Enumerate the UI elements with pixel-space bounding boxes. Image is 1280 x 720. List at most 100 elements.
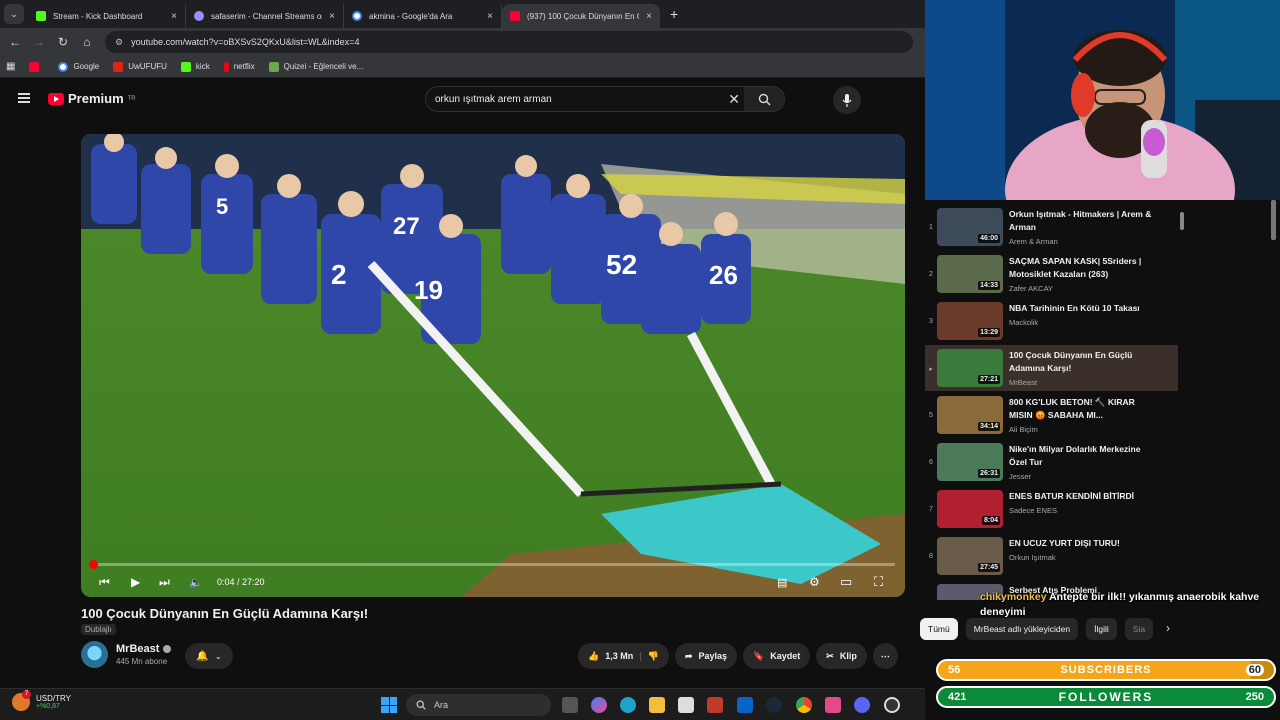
playlist-item[interactable]: 3 13:29 NBA Tarihinin En Kötü 10 Takası Mac… (925, 298, 1178, 344)
search-button[interactable] (744, 87, 784, 111)
microphone-icon (842, 93, 852, 107)
chrome-icon[interactable] (796, 697, 812, 713)
playlist-item[interactable]: 8 27:45 EN UCUZ YURT DIŞI TURU! Orkun Işıtm… (925, 533, 1178, 579)
outlook-icon[interactable] (737, 697, 753, 713)
close-tab-icon[interactable]: × (646, 11, 652, 22)
tab-search-button[interactable]: ⌄ (4, 4, 24, 24)
home-button[interactable]: ⌂ (75, 35, 99, 49)
playlist-thumbnail[interactable]: 8:04 (937, 490, 1003, 528)
apps-grid-icon[interactable]: ▦ (6, 61, 15, 72)
bookmark-youtube[interactable] (29, 61, 44, 72)
more-actions-button[interactable]: ⋯ (872, 643, 898, 669)
like-button[interactable]: 👍 1,3 Mn | 👎 (578, 643, 669, 669)
discord-icon[interactable] (854, 697, 870, 713)
youtube-premium-logo[interactable]: Premium TR (48, 91, 136, 106)
clear-search-icon[interactable]: ✕ (728, 91, 740, 108)
playlist-title[interactable]: Nike'ın Milyar Dolarlık Merkezine Özel T… (1009, 443, 1159, 469)
obs-icon[interactable] (884, 697, 900, 713)
close-tab-icon[interactable]: × (171, 11, 177, 22)
search-input[interactable]: orkun ışıtmak arem arman ✕ (425, 86, 785, 112)
play-icon[interactable]: ▶ (131, 575, 140, 589)
back-button[interactable]: ← (3, 35, 27, 49)
store-icon[interactable] (678, 697, 694, 713)
playlist-item[interactable]: 6 26:31 Nike'ın Milyar Dolarlık Merkezine … (925, 439, 1178, 485)
theater-mode-icon[interactable]: ▭ (840, 574, 852, 590)
channel-avatar[interactable] (81, 641, 108, 668)
playlist-thumbnail[interactable]: 46:00 (937, 208, 1003, 246)
chip-next[interactable]: Sia (1124, 618, 1154, 640)
thumbs-down-icon[interactable]: 👎 (648, 651, 659, 662)
playlist-thumbnail[interactable]: 27:21 (937, 349, 1003, 387)
clip-button[interactable]: ✂ Klip (816, 643, 867, 669)
playlist-title[interactable]: NBA Tarihinin En Kötü 10 Takası (1009, 302, 1159, 315)
menu-icon[interactable] (18, 93, 30, 103)
windows-start-icon[interactable] (381, 697, 397, 713)
chip-from-uploader[interactable]: MrBeast adlı yükleyiciden (965, 618, 1079, 640)
previous-icon[interactable]: ⏮ (99, 575, 110, 590)
copilot-icon[interactable] (591, 697, 607, 713)
forward-button[interactable]: → (27, 35, 51, 49)
tab-channel-streams[interactable]: safaserim - Channel Streams on × (186, 4, 344, 28)
page-scrollbar[interactable] (1271, 200, 1276, 240)
bookmark-google[interactable]: Google (58, 61, 99, 72)
playlist-scrollbar[interactable] (1180, 212, 1184, 230)
close-tab-icon[interactable]: × (487, 11, 493, 22)
chevron-down-icon: ⌄ (214, 651, 222, 661)
chip-related[interactable]: İlgili (1086, 618, 1117, 640)
voice-search-button[interactable] (833, 86, 861, 114)
playlist-item[interactable]: ▸ 27:21 100 Çocuk Dünyanın En Güçlü Adamın… (925, 345, 1178, 391)
playlist-title[interactable]: 100 Çocuk Dünyanın En Güçlü Adamına Karş… (1009, 349, 1159, 375)
close-tab-icon[interactable]: × (329, 11, 335, 22)
new-tab-button[interactable]: + (670, 6, 678, 22)
bookmark-quizei[interactable]: Quizei - Eğlenceli ve... (268, 61, 363, 72)
calendar-icon[interactable] (707, 697, 723, 713)
steam-icon[interactable] (766, 697, 782, 713)
market-widget[interactable]: 7 USD/TRY +%0,87 (12, 690, 71, 711)
playlist-title[interactable]: Orkun Işıtmak - Hitmakers | Arem & Arman (1009, 208, 1159, 234)
subtitles-icon[interactable]: ▤ (777, 576, 787, 589)
bookmark-kick[interactable]: kick (180, 61, 210, 72)
video-player[interactable]: 5 2 27 19 52 26 ⏮ ▶ ⏭ 🔈 0:04 / 27:20 ▤ ⚙ (81, 134, 905, 597)
tab-google-search[interactable]: akmina - Google'da Ara × (344, 4, 502, 28)
scrubber-handle[interactable] (88, 560, 98, 569)
bookmark-netflix[interactable]: netflix (223, 61, 255, 72)
next-icon[interactable]: ⏭ (159, 575, 170, 590)
subs-current: 56 (948, 664, 961, 676)
chip-all[interactable]: Tümü (920, 618, 958, 640)
fullscreen-icon[interactable]: ⛶ (874, 574, 883, 590)
bookmark-uwufufu[interactable]: UwUFUFU (113, 61, 167, 72)
playlist-thumbnail[interactable]: 14:33 (937, 255, 1003, 293)
subscribed-bell-button[interactable]: 🔔 ⌄ (185, 643, 233, 669)
chips-next-arrow-icon[interactable]: › (1166, 621, 1170, 635)
progress-bar[interactable] (88, 560, 895, 569)
playlist-thumbnail[interactable]: 26:31 (937, 443, 1003, 481)
tab-kick-dashboard[interactable]: Stream - Kick Dashboard × (28, 4, 186, 28)
playlist-channel: Jesser (1009, 472, 1032, 481)
settings-gear-icon[interactable]: ⚙ (809, 575, 820, 589)
file-explorer-icon[interactable] (649, 697, 665, 713)
playlist-thumbnail[interactable]: 13:29 (937, 302, 1003, 340)
volume-icon[interactable]: 🔈 (189, 576, 203, 589)
photos-icon[interactable] (825, 697, 841, 713)
task-view-icon[interactable] (562, 697, 578, 713)
playlist-title[interactable]: EN UCUZ YURT DIŞI TURU! (1009, 537, 1159, 550)
playlist-title[interactable]: ENES BATUR KENDİNİ BİTİRDİ (1009, 490, 1159, 503)
playlist-item[interactable]: 5 34:14 800 KG'LUK BETON! 🔨 KIRAR MISIN 😡 … (925, 392, 1178, 438)
playlist-title[interactable]: SAÇMA SAPAN KASK| 5Sriders | Motosiklet … (1009, 255, 1159, 281)
playlist-thumbnail[interactable]: 27:45 (937, 537, 1003, 575)
tab-youtube-video[interactable]: (937) 100 Çocuk Dünyanın En G × (502, 4, 660, 28)
address-bar[interactable]: ⚙ youtube.com/watch?v=oBXSvS2QKxU&list=W… (105, 31, 913, 53)
playlist-item[interactable]: 7 8:04 ENES BATUR KENDİNİ BİTİRDİ Sadece EN… (925, 486, 1178, 532)
channel-name[interactable]: MrBeast (116, 643, 159, 655)
playlist-title[interactable]: 800 KG'LUK BETON! 🔨 KIRAR MISIN 😡 SABAHA… (1009, 396, 1159, 422)
reload-button[interactable]: ↻ (51, 35, 75, 49)
share-button[interactable]: ➦ Paylaş (674, 643, 738, 669)
save-button[interactable]: 🔖 Kaydet (743, 643, 811, 669)
playlist-thumbnail[interactable]: 34:14 (937, 396, 1003, 434)
edge-icon[interactable] (620, 697, 636, 713)
site-info-icon[interactable]: ⚙ (115, 37, 123, 48)
bookmarks-bar: ▦ Google UwUFUFU kick netflix Quizei - E… (0, 56, 925, 78)
playlist-item[interactable]: 2 14:33 SAÇMA SAPAN KASK| 5Sriders | Motos… (925, 251, 1178, 297)
taskbar-search-input[interactable]: Ara (406, 694, 551, 716)
playlist-item[interactable]: 1 46:00 Orkun Işıtmak - Hitmakers | Arem &… (925, 204, 1178, 250)
